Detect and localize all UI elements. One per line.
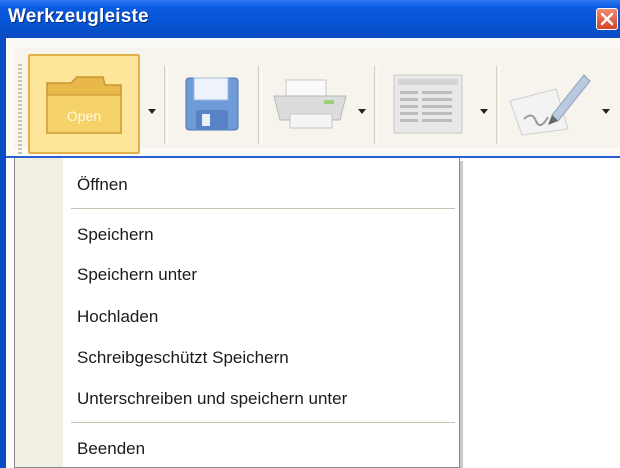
open-dropdown-arrow[interactable] (146, 106, 158, 118)
menu-item-speichern-unter[interactable]: Speichern unter (77, 265, 197, 285)
toolbar-separator (496, 66, 500, 144)
menu-separator (71, 422, 455, 423)
toolbar-separator (258, 66, 262, 144)
print-dropdown-arrow[interactable] (356, 106, 368, 118)
close-button[interactable] (596, 8, 618, 30)
menu-item-oeffnen[interactable]: Öffnen (77, 175, 128, 195)
title-bar: Werkzeugleiste (0, 0, 620, 38)
folder-open-icon: Open (46, 76, 122, 134)
close-icon (600, 12, 614, 26)
window-left-border (0, 156, 6, 468)
toolbar-separator (374, 66, 378, 144)
floppy-disk-icon (185, 77, 239, 131)
toolbar-strip: Open (14, 48, 620, 156)
printer-icon (273, 79, 347, 129)
open-dropdown-menu: Öffnen Speichern Speichern unter Hochlad… (14, 158, 460, 468)
menu-item-hochladen[interactable]: Hochladen (77, 307, 158, 327)
print-button[interactable] (266, 54, 354, 154)
toolbar-grip[interactable] (18, 64, 22, 156)
toolbar-separator (164, 66, 168, 144)
menu-item-unterschreiben-speichern-unter[interactable]: Unterschreiben und speichern unter (77, 389, 347, 409)
folder-open-label: Open (67, 108, 101, 124)
menu-separator (71, 208, 455, 209)
export-button[interactable] (382, 54, 474, 154)
window-title: Werkzeugleiste (8, 6, 149, 27)
menu-item-schreibgeschuetzt-speichern[interactable]: Schreibgeschützt Speichern (77, 348, 289, 368)
sign-button[interactable] (502, 54, 598, 154)
toolbar: Open (0, 38, 620, 156)
chevron-down-icon (148, 109, 156, 114)
document-list-icon (393, 74, 463, 134)
export-dropdown-arrow[interactable] (478, 106, 490, 118)
menu-item-beenden[interactable]: Beenden (77, 439, 145, 459)
save-button[interactable] (172, 54, 252, 154)
chevron-down-icon (480, 109, 488, 114)
chevron-down-icon (602, 109, 610, 114)
chevron-down-icon (358, 109, 366, 114)
menu-icon-gutter (15, 158, 63, 467)
menu-item-speichern[interactable]: Speichern (77, 225, 154, 245)
signature-pen-icon (509, 74, 591, 136)
open-button[interactable]: Open (28, 54, 140, 154)
sign-dropdown-arrow[interactable] (600, 106, 612, 118)
